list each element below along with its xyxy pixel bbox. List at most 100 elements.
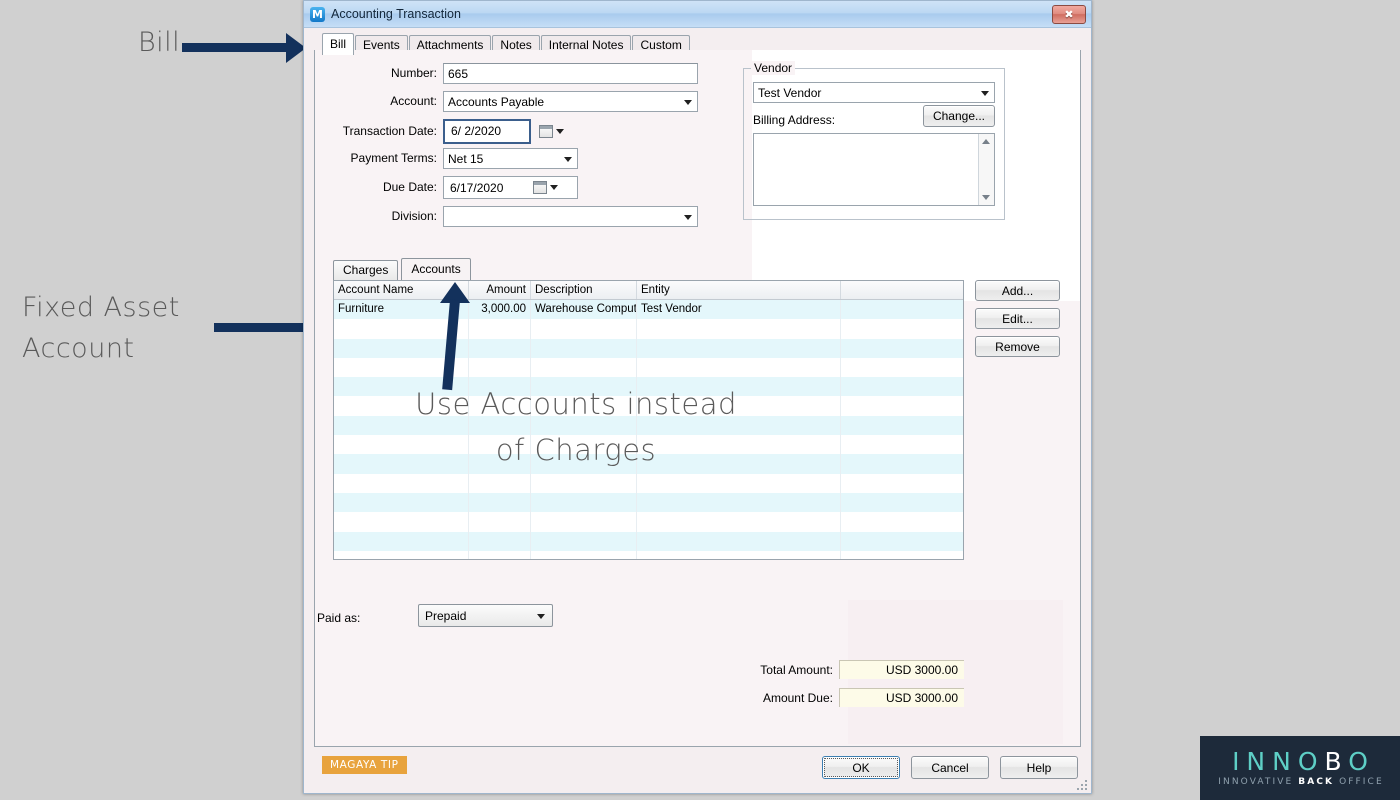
table-cell (637, 319, 841, 339)
table-cell (531, 492, 637, 513)
table-cell (637, 357, 841, 378)
table-cell (334, 473, 469, 493)
grid-header-row: Account Name Amount Description Entity (334, 281, 963, 300)
ok-button[interactable]: OK (822, 756, 900, 779)
scroll-up-icon[interactable] (982, 139, 990, 144)
due-date-calendar-button[interactable] (533, 178, 558, 197)
table-cell (531, 338, 637, 358)
change-vendor-button[interactable]: Change... (923, 105, 995, 127)
transaction-date-label: Transaction Date: (342, 124, 437, 138)
table-cell (841, 474, 961, 493)
help-button[interactable]: Help (1000, 756, 1078, 779)
table-cell (637, 531, 841, 551)
table-cell (469, 357, 531, 378)
paid-as-select[interactable]: Prepaid (418, 604, 553, 627)
due-date-label: Due Date: (382, 180, 437, 194)
billing-address-textarea[interactable] (753, 133, 995, 206)
column-header-amount[interactable]: Amount (469, 281, 531, 299)
vendor-value: Test Vendor (758, 86, 822, 100)
dialog-title: Accounting Transaction (331, 7, 461, 21)
vendor-legend: Vendor (751, 61, 796, 75)
resize-grip[interactable] (1075, 778, 1088, 791)
table-cell (637, 473, 841, 493)
table-cell (637, 512, 841, 532)
division-label: Division: (391, 209, 437, 223)
vendor-select[interactable]: Test Vendor (753, 82, 995, 103)
billing-address-scrollbar[interactable] (978, 134, 994, 205)
add-button[interactable]: Add... (975, 280, 1060, 301)
calendar-icon (539, 124, 553, 138)
field-row-transaction-date: Transaction Date: 6/ 2/2020 (331, 118, 716, 144)
number-label: Number: (390, 66, 437, 80)
total-amount-value: USD 3000.00 (839, 660, 964, 679)
billing-address-label: Billing Address: (753, 113, 836, 127)
table-row[interactable] (334, 319, 963, 339)
billing-address-value (754, 134, 978, 205)
table-row[interactable] (334, 473, 963, 493)
table-cell (531, 550, 637, 559)
subtab-accounts[interactable]: Accounts (401, 258, 471, 282)
field-row-account: Account: Accounts Payable (331, 90, 716, 112)
payment-terms-value: Net 15 (448, 151, 484, 166)
table-cell (334, 512, 469, 532)
division-select[interactable] (443, 205, 698, 227)
payment-terms-select[interactable]: Net 15 (443, 147, 578, 169)
charges-accounts-tabstrip: Charges Accounts (333, 258, 474, 282)
dialog-titlebar[interactable]: M Accounting Transaction ✖ (304, 1, 1091, 28)
amount-due-row: Amount Due: USD 3000.00 (713, 688, 964, 707)
column-header-entity[interactable]: Entity (637, 281, 841, 299)
tab-bill[interactable]: Bill (322, 33, 355, 55)
tagline-post: OFFICE (1334, 777, 1384, 787)
column-header-description[interactable]: Description (531, 281, 637, 299)
paid-as-value: Prepaid (425, 609, 467, 623)
column-header-blank[interactable] (841, 281, 961, 299)
table-cell (841, 300, 961, 319)
table-row[interactable] (334, 492, 963, 513)
account-select[interactable]: Accounts Payable (443, 90, 698, 112)
table-cell (841, 532, 961, 551)
total-amount-row: Total Amount: USD 3000.00 (713, 660, 964, 679)
table-cell (841, 358, 961, 377)
transaction-date-input[interactable]: 6/ 2/2020 (443, 118, 531, 144)
scroll-down-icon[interactable] (982, 195, 990, 200)
field-row-number: Number: 665 (331, 62, 716, 84)
table-row[interactable] (334, 338, 963, 358)
dialog-footer: MAGAYA TIP OK Cancel Help (304, 747, 1091, 793)
cancel-button[interactable]: Cancel (911, 756, 989, 779)
table-cell (841, 396, 961, 415)
table-cell (469, 550, 531, 559)
table-cell (841, 319, 961, 338)
table-row[interactable] (334, 512, 963, 532)
table-cell (841, 339, 961, 358)
subtab-charges[interactable]: Charges (333, 260, 399, 282)
table-cell (469, 512, 531, 532)
chevron-down-icon (537, 614, 545, 619)
close-icon[interactable]: ✖ (1052, 4, 1086, 24)
table-cell (469, 319, 531, 339)
table-cell (841, 493, 961, 512)
magaya-tip-badge[interactable]: MAGAYA TIP (322, 756, 407, 774)
transaction-date-calendar-button[interactable] (539, 122, 564, 141)
innobo-wordmark: INNOBO (1225, 748, 1375, 776)
tagline-pre: INNOVATIVE (1218, 777, 1299, 787)
payment-terms-label: Payment Terms: (350, 151, 437, 165)
innobo-prefix: INNO (1232, 747, 1325, 776)
calendar-icon (533, 180, 547, 194)
bill-form: Number: 665 Account: Accounts Payable Tr… (331, 62, 716, 233)
remove-button[interactable]: Remove (975, 336, 1060, 357)
chevron-down-icon (550, 184, 558, 190)
table-row[interactable] (334, 357, 963, 378)
annotation-use-accounts-line1: Use Accounts instead (415, 387, 737, 421)
chevron-down-icon (684, 214, 692, 220)
edit-button[interactable]: Edit... (975, 308, 1060, 329)
table-row[interactable] (334, 550, 963, 559)
table-cell: Warehouse Comput (531, 300, 637, 320)
magaya-logo-icon: M (310, 6, 325, 22)
number-input[interactable]: 665 (443, 62, 698, 84)
table-cell (841, 377, 961, 396)
table-cell (637, 550, 841, 559)
total-amount-label: Total Amount: (760, 662, 833, 677)
table-row[interactable]: Furniture 3,000.00 Warehouse Comput Test Ve… (334, 300, 963, 320)
table-row[interactable] (334, 531, 963, 551)
chevron-down-icon (684, 99, 692, 105)
